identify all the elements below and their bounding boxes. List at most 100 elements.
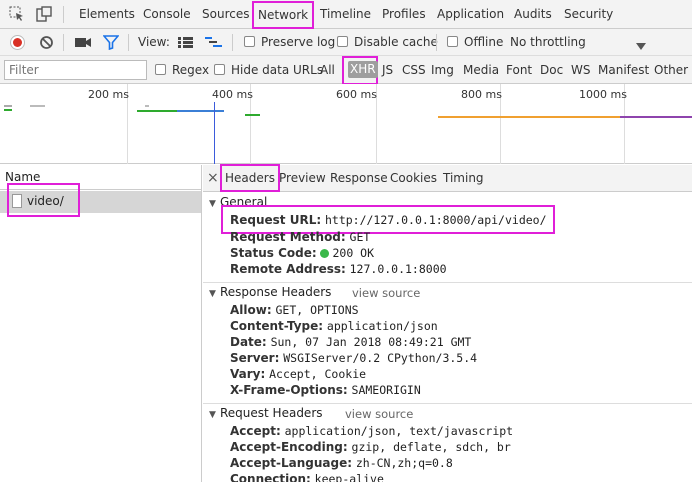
- tab-timing[interactable]: Timing: [443, 165, 484, 192]
- timeline-tick: 800 ms: [461, 88, 502, 101]
- throttling-select[interactable]: No throttling: [510, 29, 586, 56]
- header-value: GET, OPTIONS: [275, 303, 359, 317]
- tab-profiles[interactable]: Profiles: [382, 0, 426, 29]
- remote-address-row: Remote Address: 127.0.0.1:8000: [230, 261, 447, 277]
- timeline-bar: [4, 109, 12, 111]
- view-source-link[interactable]: view source: [352, 286, 420, 300]
- preserve-log-checkbox[interactable]: [244, 36, 255, 47]
- filter-type-css[interactable]: CSS: [402, 56, 426, 84]
- waterfall-overview-icon[interactable]: [205, 37, 222, 51]
- large-rows-icon[interactable]: [178, 37, 193, 51]
- clear-icon[interactable]: [39, 35, 54, 53]
- header-key: X-Frame-Options:: [230, 383, 348, 397]
- header-key: Accept-Language:: [230, 456, 353, 470]
- header-value: Sun, 07 Jan 2018 08:49:21 GMT: [270, 335, 472, 349]
- record-button[interactable]: [10, 35, 25, 50]
- tab-response[interactable]: Response: [330, 165, 388, 192]
- timeline-tick: 600 ms: [336, 88, 377, 101]
- regex-checkbox[interactable]: [155, 64, 166, 75]
- header-value: application/json, text/javascript: [284, 424, 514, 438]
- filter-type-img[interactable]: Img: [431, 56, 454, 84]
- toolbar-separator: [232, 34, 233, 51]
- timeline-tick: 1000 ms: [579, 88, 627, 101]
- filter-input[interactable]: [4, 60, 147, 80]
- toolbar-separator: [436, 34, 437, 51]
- request-list: Name video/: [0, 165, 202, 482]
- tab-security[interactable]: Security: [564, 0, 613, 29]
- tab-network[interactable]: Network: [251, 1, 315, 29]
- tab-cookies[interactable]: Cookies: [390, 165, 437, 192]
- section-title: Request Headers: [220, 406, 323, 420]
- tab-audits[interactable]: Audits: [514, 0, 552, 29]
- regex-label: Regex: [172, 63, 210, 77]
- filter-type-doc[interactable]: Doc: [540, 56, 563, 84]
- tab-elements[interactable]: Elements: [79, 0, 135, 29]
- triangle-down-icon: ▼: [209, 410, 216, 420]
- offline-checkbox[interactable]: [447, 36, 458, 47]
- filter-type-manifest[interactable]: Manifest: [598, 56, 649, 84]
- header-key: Vary:: [230, 367, 266, 381]
- header-row: Content-Type: application/json: [230, 318, 438, 334]
- timeline-overview[interactable]: 200 ms 400 ms 600 ms 800 ms 1000 ms: [0, 84, 692, 164]
- header-value: GET: [349, 230, 371, 244]
- screenshot-camera-icon[interactable]: [75, 36, 92, 52]
- filter-type-other[interactable]: Other: [654, 56, 688, 84]
- header-row: Vary: Accept, Cookie: [230, 366, 366, 382]
- triangle-down-icon: ▼: [209, 199, 216, 209]
- timeline-tick: 400 ms: [212, 88, 253, 101]
- header-row: Date: Sun, 07 Jan 2018 08:49:21 GMT: [230, 334, 471, 350]
- hide-data-urls-checkbox[interactable]: [214, 64, 225, 75]
- detail-tab-bar: × Headers Preview Response Cookies Timin…: [203, 164, 692, 192]
- filter-type-media[interactable]: Media: [463, 56, 499, 84]
- header-key: Date:: [230, 335, 267, 349]
- header-value: 127.0.0.1:8000: [349, 262, 447, 276]
- header-key: Accept-Encoding:: [230, 440, 348, 454]
- chevron-down-icon[interactable]: [636, 39, 646, 53]
- tab-application[interactable]: Application: [437, 0, 504, 29]
- hide-data-urls-label: Hide data URLs: [231, 63, 324, 77]
- tab-timeline[interactable]: Timeline: [320, 0, 371, 29]
- header-key: Request Method:: [230, 230, 346, 244]
- filter-type-font[interactable]: Font: [506, 56, 532, 84]
- preserve-log-label: Preserve log: [261, 35, 336, 49]
- disable-cache-checkbox[interactable]: [337, 36, 348, 47]
- header-key: Status Code:: [230, 246, 317, 260]
- filter-type-ws[interactable]: WS: [571, 56, 590, 84]
- device-toolbar-icon[interactable]: [36, 6, 52, 25]
- tab-headers[interactable]: Headers: [220, 164, 280, 192]
- timeline-tick: 200 ms: [88, 88, 129, 101]
- header-row: Accept-Encoding: gzip, deflate, sdch, br: [230, 439, 511, 455]
- toolbar-separator: [63, 6, 64, 23]
- section-divider: [203, 282, 692, 283]
- timeline-bar: [177, 110, 224, 112]
- view-source-link[interactable]: view source: [345, 407, 413, 421]
- record-icon: [13, 38, 22, 47]
- filter-type-all[interactable]: All: [320, 56, 335, 84]
- request-url-row: Request URL: http://127.0.0.1:8000/api/v…: [221, 205, 555, 234]
- request-row[interactable]: video/: [0, 183, 201, 217]
- network-toolbar: View: Preserve log Disable cache Offline…: [0, 29, 692, 56]
- section-title: Response Headers: [220, 285, 332, 299]
- inspect-element-icon[interactable]: [9, 6, 25, 25]
- header-key: Server:: [230, 351, 280, 365]
- header-value: gzip, deflate, sdch, br: [351, 440, 511, 454]
- close-icon[interactable]: ×: [207, 165, 219, 192]
- header-value: application/json: [326, 319, 438, 333]
- filter-icon[interactable]: [102, 35, 120, 53]
- tab-sources[interactable]: Sources: [202, 0, 249, 29]
- offline-label: Offline: [464, 35, 504, 49]
- header-row: Accept-Language: zh-CN,zh;q=0.8: [230, 455, 453, 471]
- timeline-bar: [4, 105, 12, 107]
- status-ok-icon: [320, 249, 330, 258]
- filter-type-js[interactable]: JS: [382, 56, 393, 84]
- header-key: Allow:: [230, 303, 272, 317]
- tab-console[interactable]: Console: [143, 0, 191, 29]
- toolbar-separator: [128, 34, 129, 51]
- request-headers-section-header[interactable]: ▼ Request Headers: [209, 406, 323, 420]
- tab-preview[interactable]: Preview: [279, 165, 326, 192]
- header-row: Accept: application/json, text/javascrip…: [230, 423, 513, 439]
- response-headers-section-header[interactable]: ▼ Response Headers: [209, 285, 331, 299]
- timeline-bar: [145, 105, 149, 107]
- view-label: View:: [138, 35, 170, 49]
- filter-type-xhr[interactable]: XHR: [348, 61, 378, 78]
